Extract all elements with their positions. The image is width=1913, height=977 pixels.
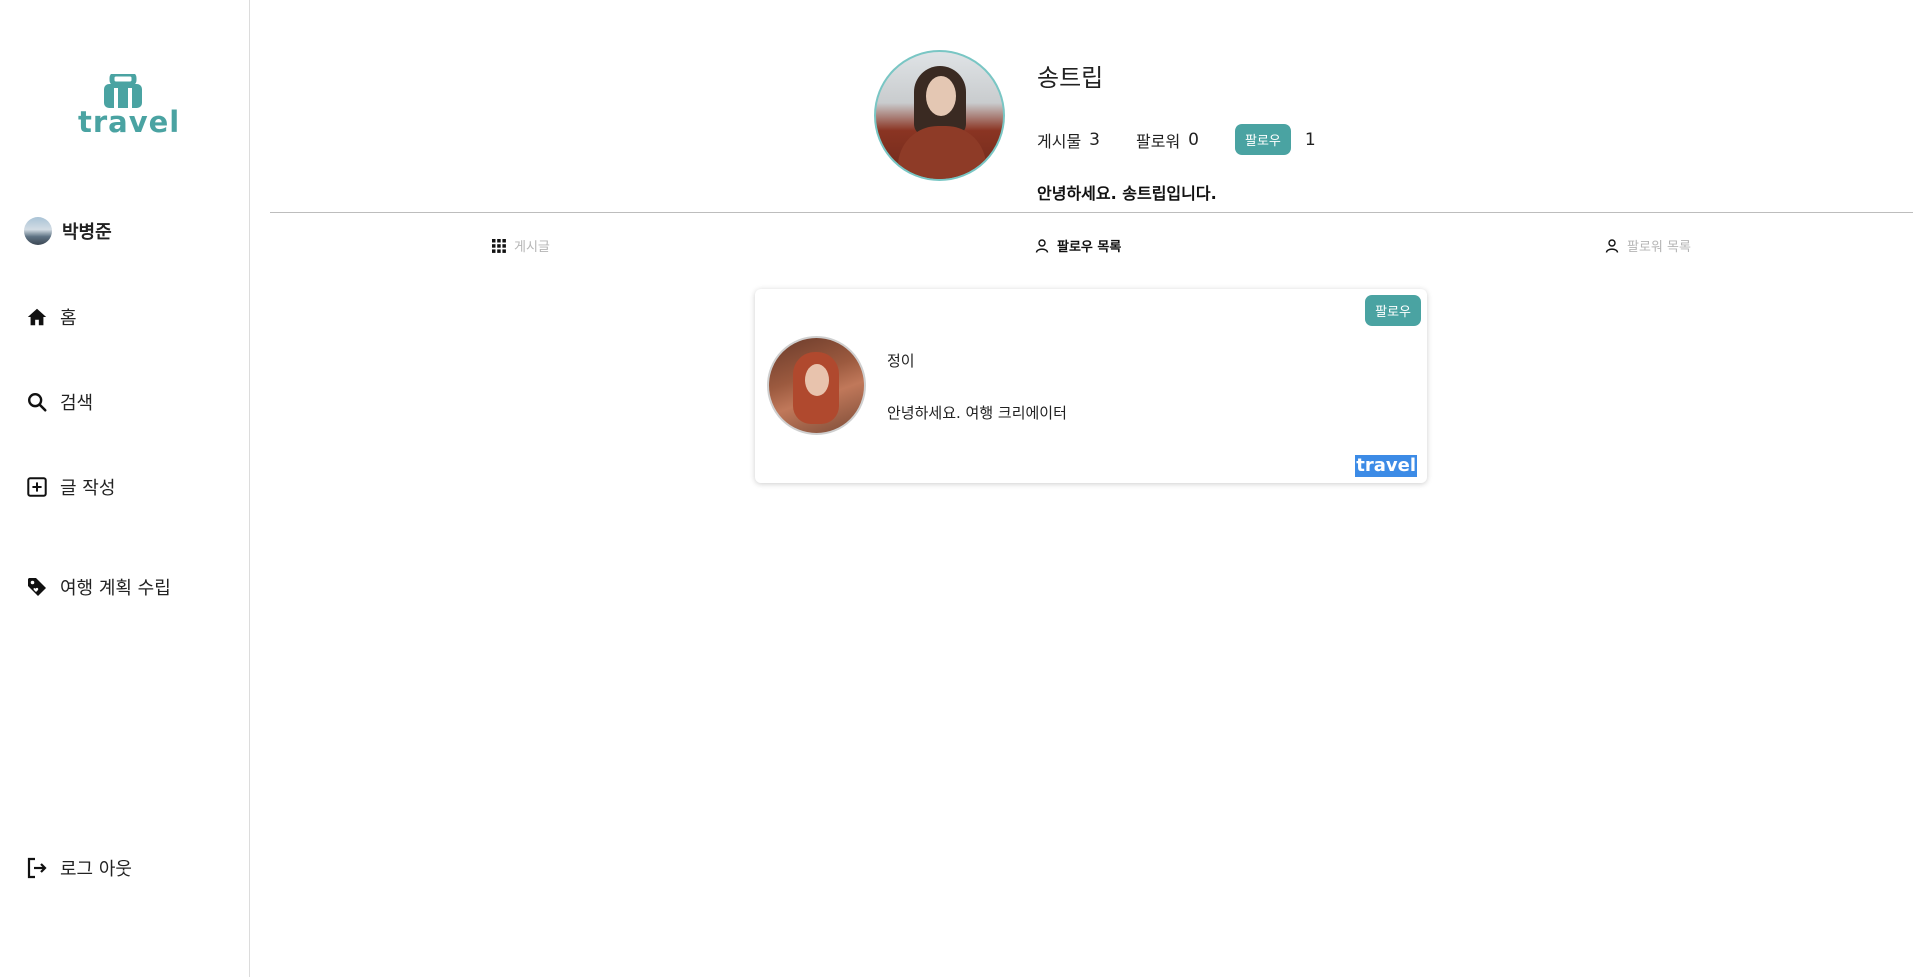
followers-label: 팔로워 — [1136, 131, 1181, 151]
sidebar-item-travel-plan[interactable]: 여행 계획 수립 — [24, 572, 171, 602]
logout-label: 로그 아웃 — [60, 859, 132, 880]
sidebar-item-search[interactable]: 검색 — [24, 387, 93, 417]
logout-button[interactable]: 로그 아웃 — [24, 853, 132, 883]
search-icon — [24, 389, 50, 415]
posts-count: 3 — [1089, 129, 1100, 150]
follow-button[interactable]: 팔로우 — [1365, 295, 1421, 326]
avatar[interactable] — [767, 336, 866, 435]
sidebar-item-home[interactable]: 홈 — [24, 302, 77, 332]
sidebar-item-label: 여행 계획 수립 — [60, 578, 171, 599]
tab-posts[interactable]: 게시글 — [492, 236, 550, 255]
tab-label: 게시글 — [514, 240, 550, 255]
divider — [270, 212, 1913, 213]
tab-label: 팔로우 목록 — [1057, 240, 1122, 255]
logout-icon — [24, 855, 50, 881]
tab-followers[interactable]: 팔로워 목록 — [1605, 236, 1691, 255]
profile-stats: 게시물 3 팔로워 0 팔로우 1 — [1037, 124, 1352, 155]
following-count: 1 — [1304, 129, 1316, 150]
person-icon — [1035, 238, 1049, 253]
posts-label: 게시물 — [1037, 131, 1082, 151]
profile-name: 송트립 — [1037, 64, 1104, 92]
logo-text: travel — [78, 105, 181, 139]
person-icon — [1605, 238, 1619, 253]
sidebar-user-name: 박병준 — [62, 222, 112, 243]
sidebar: travel 박병준 홈 검색 글 작성 여행 계획 수립 로그 아웃 — [0, 0, 250, 977]
profile-bio: 안녕하세요. 송트립입니다. — [1037, 184, 1217, 203]
grid-icon — [492, 238, 506, 253]
following-badge[interactable]: 팔로우 — [1235, 124, 1291, 155]
sidebar-item-label: 홈 — [60, 308, 77, 329]
follow-user-bio: 안녕하세요. 여행 크리에이터 — [887, 404, 1067, 422]
travel-tag: travel — [1355, 455, 1417, 477]
follow-card[interactable]: 팔로우 정이 안녕하세요. 여행 크리에이터 travel — [755, 289, 1427, 483]
follow-user-name[interactable]: 정이 — [887, 350, 915, 371]
followers-count: 0 — [1188, 129, 1199, 150]
sidebar-user[interactable]: 박병준 — [24, 216, 112, 246]
add-post-icon — [24, 474, 50, 500]
avatar — [24, 217, 52, 245]
tag-icon — [24, 574, 50, 600]
tab-label: 팔로워 목록 — [1627, 240, 1691, 255]
tab-following[interactable]: 팔로우 목록 — [1035, 236, 1121, 255]
home-icon — [24, 304, 50, 330]
profile-avatar[interactable] — [874, 50, 1005, 181]
sidebar-item-label: 검색 — [60, 393, 94, 414]
sidebar-item-label: 글 작성 — [60, 478, 116, 499]
sidebar-item-write[interactable]: 글 작성 — [24, 472, 115, 502]
travel-logo[interactable]: travel — [78, 74, 181, 140]
